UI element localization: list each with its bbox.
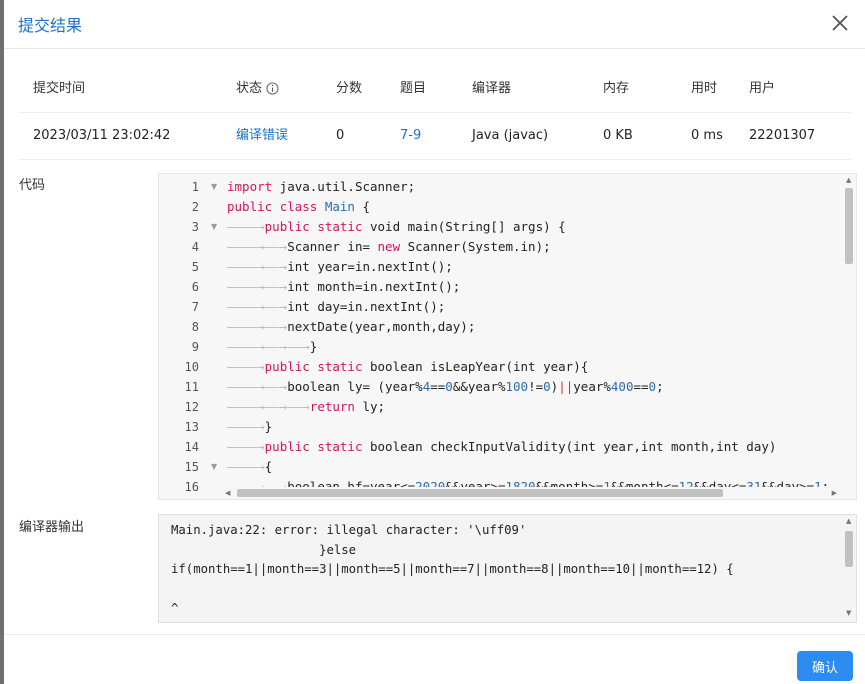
line-number: 12 bbox=[184, 400, 199, 414]
header-compiler: 编译器 bbox=[472, 81, 512, 96]
info-icon[interactable] bbox=[266, 82, 279, 95]
row-score: 0 bbox=[336, 128, 345, 143]
scrollbar-thumb[interactable] bbox=[237, 489, 723, 497]
line-number: 9 bbox=[191, 340, 199, 354]
code-line: ――――→――→boolean hf=year<=2020&&year>=182… bbox=[227, 479, 830, 487]
code-label: 代码 bbox=[19, 178, 46, 193]
code-line: ――――→――→boolean ly= (year%4==0&&year%100… bbox=[227, 379, 664, 394]
confirm-button[interactable]: 确认 bbox=[797, 651, 853, 681]
line-number: 7 bbox=[191, 300, 199, 314]
line-number: 3 bbox=[191, 220, 199, 234]
row-time-used: 0 ms bbox=[691, 128, 723, 143]
header-problem: 题目 bbox=[400, 81, 427, 96]
fold-arrow-icon[interactable]: ▼ bbox=[211, 217, 217, 237]
line-number: 15 bbox=[184, 460, 199, 474]
code-line: ――――→public static boolean checkInputVal… bbox=[227, 439, 777, 454]
row-memory: 0 KB bbox=[603, 128, 633, 143]
compiler-output-text: Main.java:22: error: illegal character: … bbox=[171, 523, 734, 621]
header-score: 分数 bbox=[336, 81, 363, 96]
code-line: ――――→――→int year=in.nextInt(); bbox=[227, 259, 453, 274]
header-time-used: 用时 bbox=[691, 81, 718, 96]
code-line: import java.util.Scanner; bbox=[227, 179, 416, 194]
header-user: 用户 bbox=[749, 81, 776, 96]
line-number: 11 bbox=[184, 380, 199, 394]
row-status-link[interactable]: 编译错误 bbox=[236, 113, 288, 159]
code-line: ――――→public static boolean isLeapYear(in… bbox=[227, 359, 589, 374]
line-number: 13 bbox=[184, 420, 199, 434]
line-number: 1 bbox=[191, 180, 199, 194]
header-status-label: 状态 bbox=[236, 81, 263, 96]
code-horizontal-scrollbar[interactable]: ◀ ▶ bbox=[223, 487, 839, 499]
submission-result-dialog: 提交结果 提交时间 状态 分数 题目 编译器 内存 用时 用户 2023/03/… bbox=[4, 0, 865, 684]
line-number: 8 bbox=[191, 320, 199, 334]
line-number: 16 bbox=[184, 480, 199, 494]
output-vertical-scrollbar[interactable]: ▲ ▼ bbox=[844, 517, 854, 617]
code-content: import java.util.Scanner; public class M… bbox=[223, 177, 839, 487]
line-number: 10 bbox=[184, 360, 199, 374]
fold-arrow-icon[interactable]: ▼ bbox=[211, 457, 217, 477]
code-line: ――――→――→nextDate(year,month,day); bbox=[227, 319, 476, 334]
scrollbar-thumb[interactable] bbox=[845, 531, 853, 567]
code-vertical-scrollbar[interactable]: ▲ bbox=[844, 176, 854, 482]
row-compiler: Java (javac) bbox=[472, 128, 549, 143]
header-memory: 内存 bbox=[603, 81, 630, 96]
code-line: ――――→} bbox=[227, 419, 273, 434]
code-line: ――――→――→int month=in.nextInt(); bbox=[227, 279, 461, 294]
code-line: ――――→――→――→} bbox=[227, 339, 318, 354]
row-user: 22201307 bbox=[749, 128, 816, 143]
table-row: 2023/03/11 23:02:42 编译错误 0 7-9 Java (jav… bbox=[18, 113, 852, 160]
row-problem-link[interactable]: 7-9 bbox=[400, 113, 421, 159]
line-number-gutter: 1 2 3 4 5 6 7 8 9 10 11 12 13 14 15 16 bbox=[159, 174, 205, 494]
header-status: 状态 bbox=[236, 66, 279, 112]
line-number: 2 bbox=[191, 200, 199, 214]
code-line: ――――→――→Scanner in= new Scanner(System.i… bbox=[227, 239, 551, 254]
dialog-title: 提交结果 bbox=[18, 16, 83, 35]
line-number: 5 bbox=[191, 260, 199, 274]
header-time: 提交时间 bbox=[33, 81, 86, 96]
line-number: 4 bbox=[191, 240, 199, 254]
compiler-output-box[interactable]: Main.java:22: error: illegal character: … bbox=[158, 514, 857, 623]
row-time: 2023/03/11 23:02:42 bbox=[33, 128, 171, 143]
scrollbar-thumb[interactable] bbox=[845, 188, 853, 264]
dialog-header: 提交结果 bbox=[4, 0, 865, 49]
code-line: public class Main { bbox=[227, 199, 371, 214]
line-number: 6 bbox=[191, 280, 199, 294]
code-line: ――――→――→――→return ly; bbox=[227, 399, 386, 414]
code-line: ――――→――→int day=in.nextInt(); bbox=[227, 299, 446, 314]
compiler-output-label: 编译器输出 bbox=[19, 520, 85, 535]
code-line: ――――→{ bbox=[227, 459, 273, 474]
table-header: 提交时间 状态 分数 题目 编译器 内存 用时 用户 bbox=[18, 66, 852, 113]
fold-arrow-icon[interactable]: ▼ bbox=[211, 177, 217, 197]
code-line: ――――→public static void main(String[] ar… bbox=[227, 219, 566, 234]
code-editor[interactable]: 1 2 3 4 5 6 7 8 9 10 11 12 13 14 15 16 ▼… bbox=[158, 173, 857, 500]
line-number: 14 bbox=[184, 440, 199, 454]
close-icon[interactable] bbox=[829, 12, 851, 34]
footer-divider bbox=[4, 634, 865, 635]
